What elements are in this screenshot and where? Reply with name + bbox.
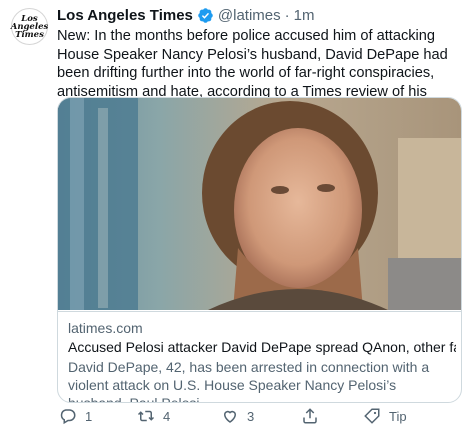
card-domain: latimes.com <box>68 320 143 336</box>
tweet-timestamp[interactable]: 1m <box>294 7 315 24</box>
reply-icon <box>60 409 76 425</box>
reply-button[interactable]: 1 <box>59 407 92 425</box>
reply-count: 1 <box>85 408 93 424</box>
share-button[interactable] <box>301 407 319 425</box>
link-card[interactable]: latimes.com Accused Pelosi attacker Davi… <box>57 97 462 403</box>
tip-label: Tip <box>389 408 407 424</box>
card-description: David DePape, 42, has been arrested in c… <box>68 359 430 403</box>
card-image <box>58 98 461 310</box>
like-icon <box>223 410 237 423</box>
avatar-logo-text-3: Times <box>15 29 44 40</box>
retweet-icon <box>137 410 155 422</box>
like-count: 3 <box>247 408 255 424</box>
retweet-count: 4 <box>163 408 171 424</box>
retweet-button[interactable]: 4 <box>137 407 170 425</box>
author-name[interactable]: Los Angeles Times <box>57 7 193 24</box>
author-avatar[interactable]: Los Angeles Times <box>11 8 48 45</box>
share-icon <box>303 408 317 424</box>
header-separator: · <box>284 6 290 24</box>
card-title: Accused Pelosi attacker David DePape spr… <box>68 339 456 355</box>
tip-icon <box>364 408 380 424</box>
tip-button[interactable]: Tip <box>363 407 407 425</box>
tweet-header: Los Angeles Times @latimes · 1m <box>57 6 314 24</box>
verified-badge-icon <box>198 7 213 23</box>
author-handle[interactable]: @latimes <box>218 7 281 24</box>
like-button[interactable]: 3 <box>221 407 254 425</box>
card-body: latimes.com Accused Pelosi attacker Davi… <box>58 311 461 403</box>
tweet-actions: 1 4 3 Tip <box>57 407 467 427</box>
